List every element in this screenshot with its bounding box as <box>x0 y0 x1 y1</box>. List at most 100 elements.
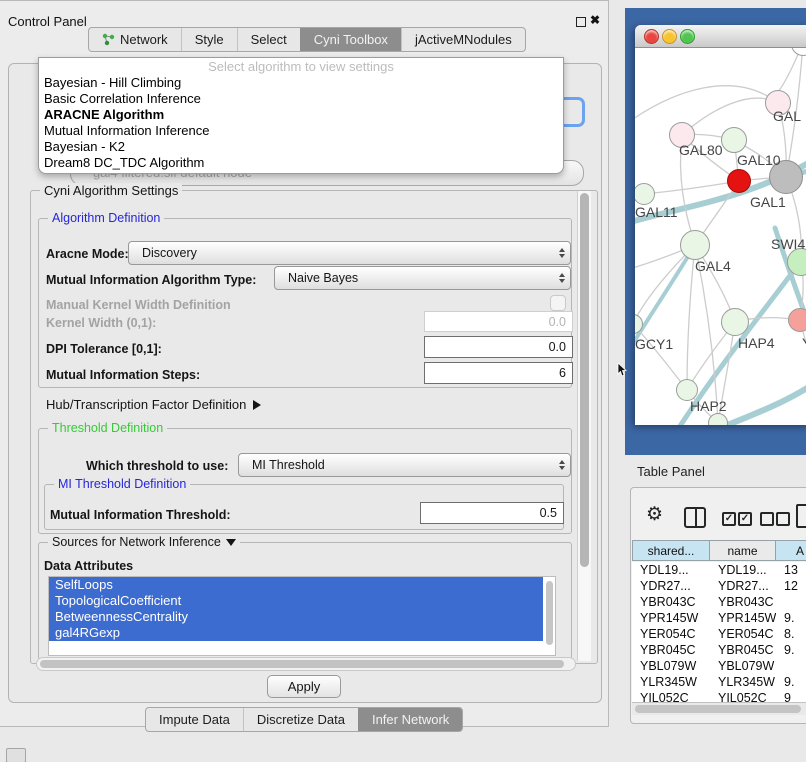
which-threshold-combo[interactable]: MI Threshold <box>238 453 571 477</box>
network-node-salmon[interactable] <box>788 308 806 332</box>
chevron-up-down-icon <box>559 454 565 476</box>
network-canvas[interactable]: GAL GAL80 GAL10 GAL1 GAL11 SWI4 GAL4 GCY… <box>635 48 806 425</box>
close-traffic-light-icon[interactable] <box>644 29 659 44</box>
mi-threshold-field[interactable]: 0.5 <box>420 502 564 524</box>
sources-legend-label: Sources for Network Inference <box>52 535 221 549</box>
node-label: GCY1 <box>635 336 673 352</box>
node-label: HAP2 <box>690 398 727 414</box>
float-window-icon[interactable] <box>576 17 586 27</box>
network-node-gal4[interactable] <box>680 230 710 260</box>
node-label: GAL <box>773 108 801 124</box>
network-tab-icon <box>102 33 115 46</box>
table-row[interactable]: YDL19...YDL19...13 <box>632 562 806 578</box>
tab-infer-network[interactable]: Infer Network <box>358 708 462 731</box>
table-row[interactable]: YER054CYER054C8. <box>632 626 806 642</box>
network-node-gal10[interactable] <box>721 127 747 153</box>
tab-cyni-toolbox[interactable]: Cyni Toolbox <box>300 28 401 51</box>
chevron-up-down-icon <box>559 242 565 264</box>
algorithm-option[interactable]: Bayesian - Hill Climbing <box>39 75 563 91</box>
table-row[interactable]: YDR27...YDR27...12 <box>632 578 806 594</box>
table-panel-title: Table Panel <box>637 464 705 479</box>
settings-vertical-scrollbar-thumb[interactable] <box>580 193 589 567</box>
node-label: GAL1 <box>750 194 786 210</box>
hub-tf-definition-label: Hub/Transcription Factor Definition <box>46 397 246 412</box>
table-row[interactable]: YPR145WYPR145W9. <box>632 610 806 626</box>
dock-panel-button[interactable] <box>6 748 26 762</box>
table-row[interactable]: YIL052CYIL052C9 <box>632 690 806 702</box>
settings-horizontal-scrollbar-thumb[interactable] <box>40 660 564 668</box>
which-threshold-value: MI Threshold <box>252 458 325 472</box>
apply-button[interactable]: Apply <box>267 675 341 698</box>
aracne-mode-label: Aracne Mode: <box>46 247 129 261</box>
panel-title: Control Panel <box>8 14 87 29</box>
mi-steps-field[interactable]: 6 <box>424 362 573 384</box>
network-window-titlebar[interactable] <box>635 25 806 48</box>
algorithm-option[interactable]: Bayesian - K2 <box>39 139 563 155</box>
tab-network-label: Network <box>120 32 168 47</box>
tab-style[interactable]: Style <box>181 28 237 51</box>
node-label: GAL11 <box>635 204 678 220</box>
collapsed-arrow-icon <box>253 400 261 410</box>
table-row[interactable]: YBR043CYBR043C <box>632 594 806 610</box>
column-header-shared[interactable]: shared... <box>632 540 710 561</box>
tab-impute-data[interactable]: Impute Data <box>146 708 243 731</box>
network-window: GAL GAL80 GAL10 GAL1 GAL11 SWI4 GAL4 GCY… <box>635 25 806 425</box>
tab-select[interactable]: Select <box>237 28 300 51</box>
node-label: GAL10 <box>737 152 781 168</box>
close-icon[interactable]: ✖ <box>590 13 600 27</box>
unchecked-checkbox-icon[interactable] <box>760 512 774 526</box>
algorithm-dropdown-popup: Select algorithm to view settings Bayesi… <box>38 57 564 174</box>
unchecked-checkbox-icon[interactable] <box>776 512 790 526</box>
table-row[interactable]: YBL079WYBL079W <box>632 658 806 674</box>
attributes-scrollbar-thumb[interactable] <box>546 581 553 645</box>
dpi-tolerance-label: DPI Tolerance [0,1]: <box>46 342 162 356</box>
algorithm-popup-prompt: Select algorithm to view settings <box>39 58 563 75</box>
table-row[interactable]: YBR045CYBR045C9. <box>632 642 806 658</box>
attribute-item-selected[interactable]: gal4RGexp <box>49 625 543 641</box>
settings-horizontal-scrollbar[interactable] <box>36 657 576 671</box>
algorithm-option[interactable]: Basic Correlation Inference <box>39 91 563 107</box>
kernel-width-field[interactable]: 0.0 <box>424 311 573 332</box>
data-attributes-list: SelfLoops TopologicalCoefficient Between… <box>48 576 556 656</box>
algorithm-option[interactable]: Mutual Information Inference <box>39 123 563 139</box>
mi-type-label: Mutual Information Algorithm Type: <box>46 273 256 287</box>
attribute-item-selected[interactable]: BetweennessCentrality <box>49 609 543 625</box>
network-node-gal1-red[interactable] <box>727 169 751 193</box>
column-header-partial[interactable]: A <box>775 540 806 561</box>
tab-infer-network-label: Infer Network <box>372 712 449 727</box>
zoom-traffic-light-icon[interactable] <box>680 29 695 44</box>
tab-discretize-data[interactable]: Discretize Data <box>243 708 358 731</box>
settings-vertical-scrollbar[interactable] <box>577 191 591 661</box>
checked-checkbox-icon[interactable]: ✓ <box>738 512 752 526</box>
attribute-item-selected[interactable]: TopologicalCoefficient <box>49 593 543 609</box>
table-row[interactable]: YLR345WYLR345W9. <box>632 674 806 690</box>
node-label: HAP4 <box>738 335 775 351</box>
node-label: Y <box>802 335 806 351</box>
document-icon[interactable] <box>796 504 806 528</box>
algorithm-option-selected[interactable]: ARACNE Algorithm <box>39 107 563 123</box>
mi-type-combo[interactable]: Naive Bayes <box>274 266 571 290</box>
attribute-item-selected[interactable]: SelfLoops <box>49 577 543 593</box>
minimize-traffic-light-icon[interactable] <box>662 29 677 44</box>
table-horizontal-scrollbar-thumb[interactable] <box>635 705 801 713</box>
table-horizontal-scrollbar[interactable] <box>632 702 806 715</box>
checked-checkbox-icon[interactable]: ✓ <box>722 512 736 526</box>
algorithm-option[interactable]: Dream8 DC_TDC Algorithm <box>39 155 563 171</box>
column-header-name[interactable]: name <box>709 540 776 561</box>
tab-network[interactable]: Network <box>89 28 181 51</box>
network-node-hap4[interactable] <box>721 308 749 336</box>
dpi-tolerance-field[interactable]: 0.0 <box>424 336 573 358</box>
aracne-mode-combo[interactable]: Discovery <box>128 241 571 265</box>
hub-tf-definition-row[interactable]: Hub/Transcription Factor Definition <box>46 397 261 412</box>
manual-kernel-width-checkbox[interactable] <box>550 295 566 311</box>
tab-jactivemnodules-label: jActiveMNodules <box>415 32 512 47</box>
cyni-algorithm-settings-legend: Cyni Algorithm Settings <box>40 183 182 198</box>
mi-threshold-definition-legend: MI Threshold Definition <box>54 477 190 491</box>
columns-icon[interactable] <box>684 507 706 528</box>
expanded-arrow-icon[interactable] <box>226 539 236 546</box>
kernel-width-label: Kernel Width (0,1): <box>46 316 156 330</box>
node-label: GAL4 <box>695 258 731 274</box>
control-panel-tabstrip: Network Style Select Cyni Toolbox jActiv… <box>88 27 526 52</box>
gear-icon[interactable]: ⚙ <box>646 503 663 526</box>
tab-jactivemnodules[interactable]: jActiveMNodules <box>401 28 525 51</box>
